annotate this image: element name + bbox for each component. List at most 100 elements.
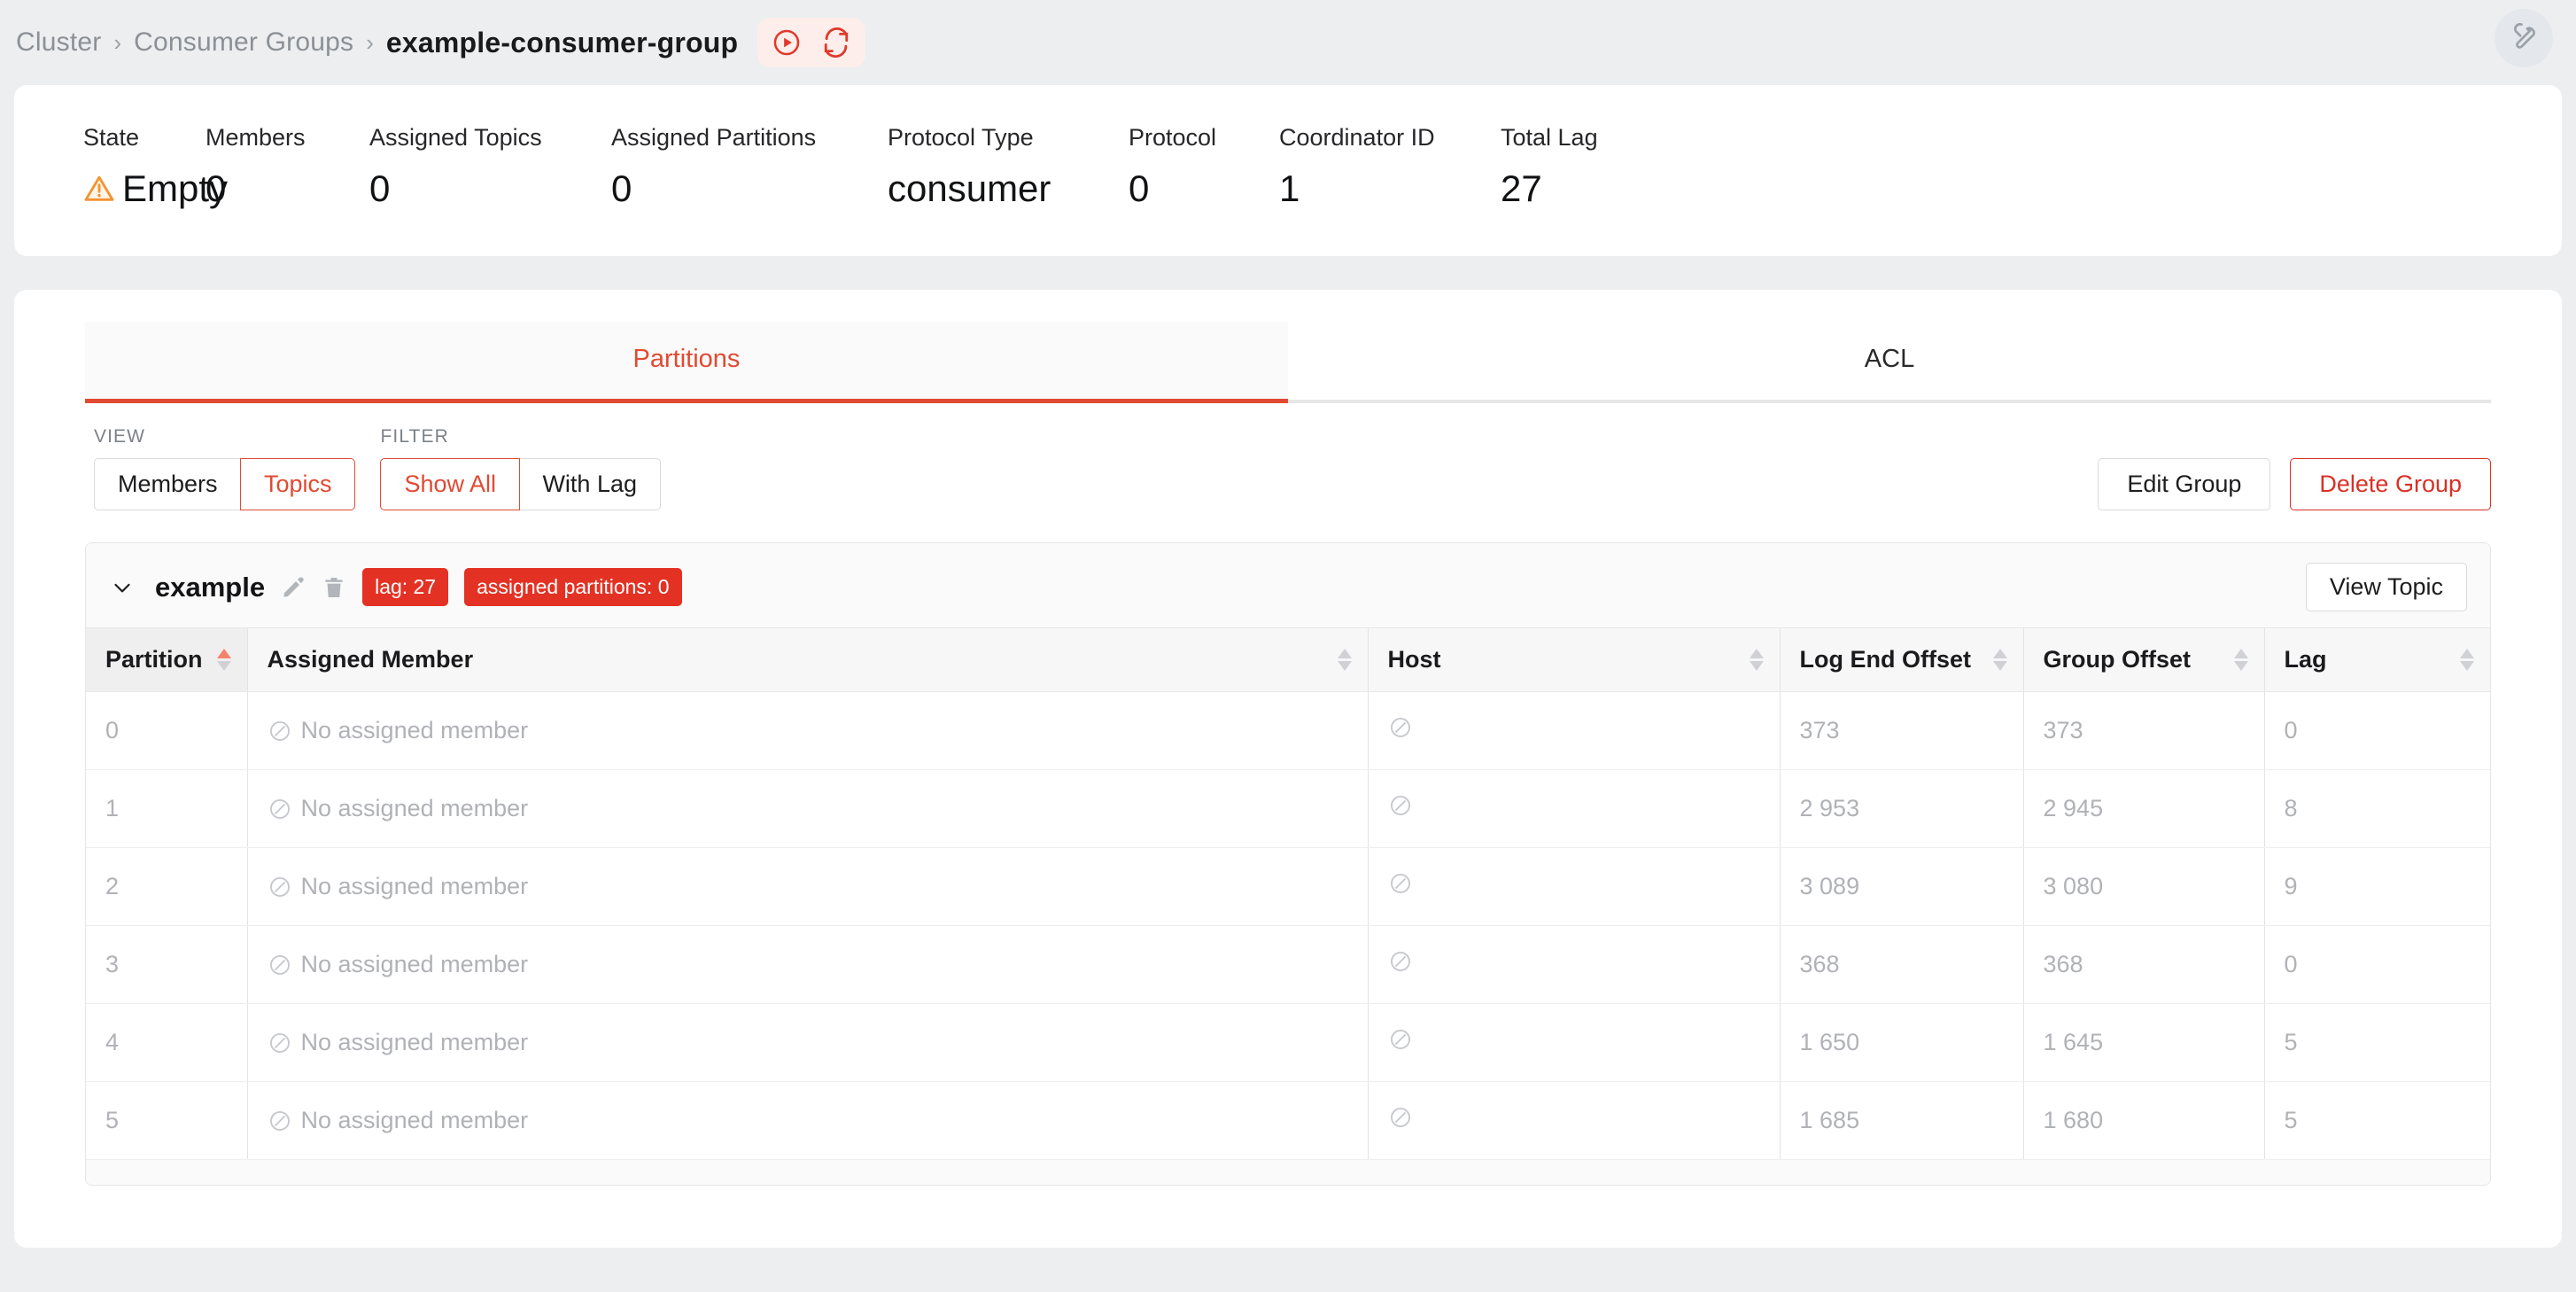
table-row[interactable]: 2 No assigned member 3 089 3 080 9 (86, 847, 2490, 926)
cell-lag: 0 (2263, 691, 2490, 770)
play-circle-icon[interactable] (770, 26, 803, 59)
column-label: Partition (105, 646, 203, 673)
tab-bar: Partitions ACL (85, 290, 2491, 403)
stat-value: 0 (611, 167, 632, 209)
stat-protocol: Protocol 0 (1129, 124, 1279, 210)
cell-assigned-member: No assigned member (246, 1081, 1369, 1160)
sort-indicator-icon[interactable] (216, 649, 231, 671)
cell-group-offset: 1 680 (2022, 1081, 2265, 1160)
circle-slash-icon (268, 1031, 292, 1055)
stat-label: Assigned Topics (369, 124, 542, 151)
filter-legend: FILTER (380, 426, 449, 447)
breadcrumb-item-current: example-consumer-group (385, 26, 739, 58)
stat-value: 0 (369, 167, 391, 209)
toolbar: VIEW Members Topics FILTER Show All With… (94, 426, 2491, 510)
badge-assigned-partitions: assigned partitions: 0 (464, 568, 682, 606)
circle-slash-icon (268, 875, 292, 899)
sort-indicator-icon[interactable] (2233, 649, 2248, 671)
stat-protocol-type: Protocol Type consumer (888, 124, 1129, 210)
stat-value: consumer (888, 167, 1051, 209)
column-header-group-offset[interactable]: Group Offset (2022, 627, 2265, 692)
stat-value: 27 (1501, 167, 1542, 209)
filter-control-group: FILTER Show All With Lag (380, 426, 661, 510)
circle-slash-icon (268, 719, 292, 743)
table-row[interactable]: 1 No assigned member 2 953 2 945 8 (86, 769, 2490, 848)
table-row[interactable]: 0 No assigned member 373 373 0 (86, 691, 2490, 770)
stat-label: Total Lag (1501, 124, 1598, 151)
view-option-topics[interactable]: Topics (239, 458, 356, 510)
column-header-partition[interactable]: Partition (86, 627, 248, 692)
stat-total-lag: Total Lag 27 (1501, 124, 1598, 210)
table-row[interactable]: 4 No assigned member 1 650 1 645 5 (86, 1003, 2490, 1082)
cell-log-end-offset: 1 650 (1779, 1003, 2024, 1082)
filter-option-with-lag[interactable]: With Lag (518, 458, 661, 510)
table-row[interactable]: 3 No assigned member 368 368 0 (86, 925, 2490, 1004)
cell-partition: 1 (86, 769, 248, 848)
table-header: Partition Assigned Member Host Log End O… (86, 627, 2490, 692)
badge-lag: lag: 27 (362, 568, 449, 606)
cell-host (1367, 691, 1781, 770)
refresh-icon[interactable] (819, 26, 853, 59)
column-label: Assigned Member (267, 646, 474, 673)
chevron-down-icon[interactable] (109, 574, 136, 601)
column-label: Host (1387, 646, 1441, 673)
stat-value: 1 (1279, 167, 1300, 209)
table-body: 0 No assigned member 373 373 0 1 No assigned m… (86, 691, 2490, 1160)
column-label: Group Offset (2043, 646, 2192, 673)
cell-host (1367, 769, 1781, 848)
assigned-member-text: No assigned member (300, 795, 529, 821)
sort-indicator-icon[interactable] (1337, 649, 1352, 671)
view-segmented-control: Members Topics (94, 458, 356, 510)
settings-tools-button[interactable] (2495, 9, 2553, 67)
circle-slash-icon (1388, 793, 1413, 818)
delete-group-button[interactable]: Delete Group (2290, 458, 2491, 510)
assigned-member-text: No assigned member (300, 873, 529, 899)
cell-group-offset: 1 645 (2022, 1003, 2265, 1082)
column-header-host[interactable]: Host (1367, 627, 1781, 692)
cell-lag: 5 (2263, 1081, 2490, 1160)
filter-option-show-all[interactable]: Show All (380, 458, 521, 510)
cell-assigned-member: No assigned member (246, 1003, 1369, 1082)
stat-assigned-partitions: Assigned Partitions 0 (611, 124, 888, 210)
stat-label: Protocol Type (888, 124, 1034, 151)
breadcrumb-item-cluster[interactable]: Cluster (16, 27, 101, 58)
sort-indicator-icon[interactable] (2460, 649, 2474, 671)
edit-group-button[interactable]: Edit Group (2098, 458, 2271, 510)
cell-log-end-offset: 1 685 (1779, 1081, 2024, 1160)
circle-slash-icon (1388, 715, 1413, 740)
view-topic-button[interactable]: View Topic (2305, 563, 2467, 611)
cell-log-end-offset: 2 953 (1779, 769, 2024, 848)
topic-block-example: example lag: 27 assigned partitions: 0 V… (85, 542, 2491, 1186)
view-legend: VIEW (94, 426, 146, 447)
column-header-assigned-member[interactable]: Assigned Member (246, 627, 1369, 692)
stat-label: State (83, 124, 140, 151)
stat-label: Members (206, 124, 306, 151)
assigned-member-text: No assigned member (300, 1029, 529, 1055)
stat-assigned-topics: Assigned Topics 0 (369, 124, 611, 210)
circle-slash-icon (1388, 871, 1413, 896)
tab-partitions[interactable]: Partitions (85, 322, 1288, 403)
filter-segmented-control: Show All With Lag (380, 458, 661, 510)
breadcrumb: Cluster › Consumer Groups › example-cons… (16, 27, 738, 59)
cell-assigned-member: No assigned member (246, 925, 1369, 1004)
stat-value: 0 (1129, 167, 1150, 209)
breadcrumb-item-consumer-groups[interactable]: Consumer Groups (134, 27, 353, 58)
warning-triangle-icon (83, 173, 115, 205)
table-row[interactable]: 5 No assigned member 1 685 1 680 5 (86, 1081, 2490, 1160)
cell-host (1367, 847, 1781, 926)
sort-indicator-icon[interactable] (1749, 649, 1764, 671)
tab-acl[interactable]: ACL (1288, 322, 2491, 403)
consumer-group-detail-page: Cluster › Consumer Groups › example-cons… (0, 0, 2576, 1292)
cell-assigned-member: No assigned member (246, 691, 1369, 770)
stat-label: Assigned Partitions (611, 124, 817, 151)
cell-host (1367, 1081, 1781, 1160)
trash-icon[interactable] (322, 575, 346, 600)
pencil-icon[interactable] (281, 575, 306, 600)
column-header-lag[interactable]: Lag (2263, 627, 2490, 692)
assigned-member-text: No assigned member (300, 717, 529, 743)
view-option-members[interactable]: Members (94, 458, 242, 510)
column-header-log-end-offset[interactable]: Log End Offset (1779, 627, 2024, 692)
sort-indicator-icon[interactable] (1992, 649, 2007, 671)
stat-value: 0 (206, 167, 227, 209)
cell-group-offset: 3 080 (2022, 847, 2265, 926)
